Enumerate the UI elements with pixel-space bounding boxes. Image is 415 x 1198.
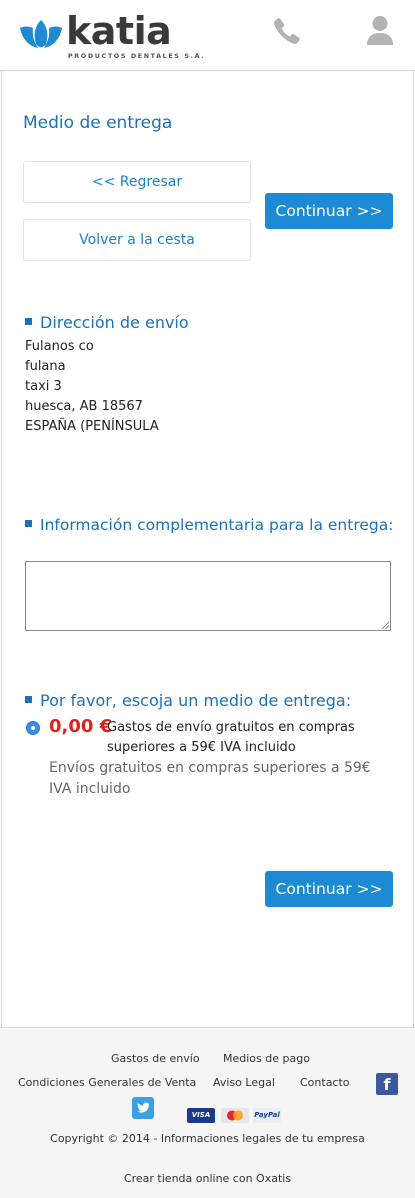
brand-logo[interactable]: katia PRODUCTOS DENTALES S.A. xyxy=(18,10,204,62)
delivery-method-heading: Por favor, escoja un medio de entrega: xyxy=(25,691,351,710)
back-button[interactable]: << Regresar xyxy=(23,161,251,203)
footer-link-shipping[interactable]: Gastos de envío xyxy=(111,1052,200,1065)
delivery-option-radio[interactable] xyxy=(26,721,40,735)
delivery-method-heading-text: Por favor, escoja un medio de entrega: xyxy=(40,691,352,710)
bullet-square-icon xyxy=(25,520,32,527)
resize-grip-icon[interactable] xyxy=(381,621,389,629)
address-line: ESPAÑA (PENÍNSULA xyxy=(25,419,159,434)
address-line: fulana xyxy=(25,359,66,374)
paypal-icon: PayPal xyxy=(253,1108,281,1123)
facebook-icon[interactable]: f xyxy=(376,1073,398,1095)
brand-tagline: PRODUCTOS DENTALES S.A. xyxy=(68,52,206,60)
page-title: Medio de entrega xyxy=(23,113,173,133)
copyright[interactable]: Copyright © 2014 - Informaciones legales… xyxy=(0,1132,415,1145)
bullet-square-icon xyxy=(25,696,32,703)
delivery-info-heading: Información complementaria para la entre… xyxy=(25,516,393,534)
shipping-address-heading: Dirección de envío xyxy=(25,313,189,332)
footer-link-payment[interactable]: Medios de pago xyxy=(223,1052,310,1065)
footer-link-legal[interactable]: Aviso Legal xyxy=(213,1076,275,1089)
mastercard-icon xyxy=(221,1108,249,1123)
delivery-notes-textarea[interactable] xyxy=(25,561,391,631)
phone-icon[interactable] xyxy=(272,16,302,46)
back-to-cart-button[interactable]: Volver a la cesta xyxy=(23,219,251,261)
delivery-option-note: Envíos gratuitos en compras superiores a… xyxy=(49,760,371,797)
lotus-logo-icon xyxy=(20,20,62,48)
continue-button-top[interactable]: Continuar >> xyxy=(265,193,393,229)
address-line: huesca, AB 18567 xyxy=(25,399,143,414)
shipping-address: Fulanos co fulana taxi 3 huesca, AB 1856… xyxy=(25,337,159,437)
footer-link-terms[interactable]: Condiciones Generales de Venta xyxy=(18,1076,196,1089)
visa-icon: VISA xyxy=(187,1108,215,1123)
footer-link-contact[interactable]: Contacto xyxy=(300,1076,350,1089)
twitter-icon[interactable] xyxy=(132,1097,154,1119)
user-icon[interactable] xyxy=(366,15,394,47)
continue-button-bottom[interactable]: Continuar >> xyxy=(265,871,393,907)
delivery-option-price: 0,00 € xyxy=(49,716,113,737)
credit-link[interactable]: Crear tienda online con Oxatis xyxy=(0,1172,415,1185)
brand-name: katia xyxy=(66,9,172,53)
footer: Gastos de envío Medios de pago Condicion… xyxy=(0,1027,415,1198)
delivery-info-heading-text: Información complementaria para la entre… xyxy=(40,516,394,534)
bullet-square-icon xyxy=(25,318,32,325)
address-line: Fulanos co xyxy=(25,339,94,354)
address-line: taxi 3 xyxy=(25,379,62,394)
shipping-address-heading-text: Dirección de envío xyxy=(40,313,189,332)
delivery-option-description: Gastos de envío gratuitos en compras sup… xyxy=(107,720,355,755)
header: katia PRODUCTOS DENTALES S.A. xyxy=(0,0,415,71)
